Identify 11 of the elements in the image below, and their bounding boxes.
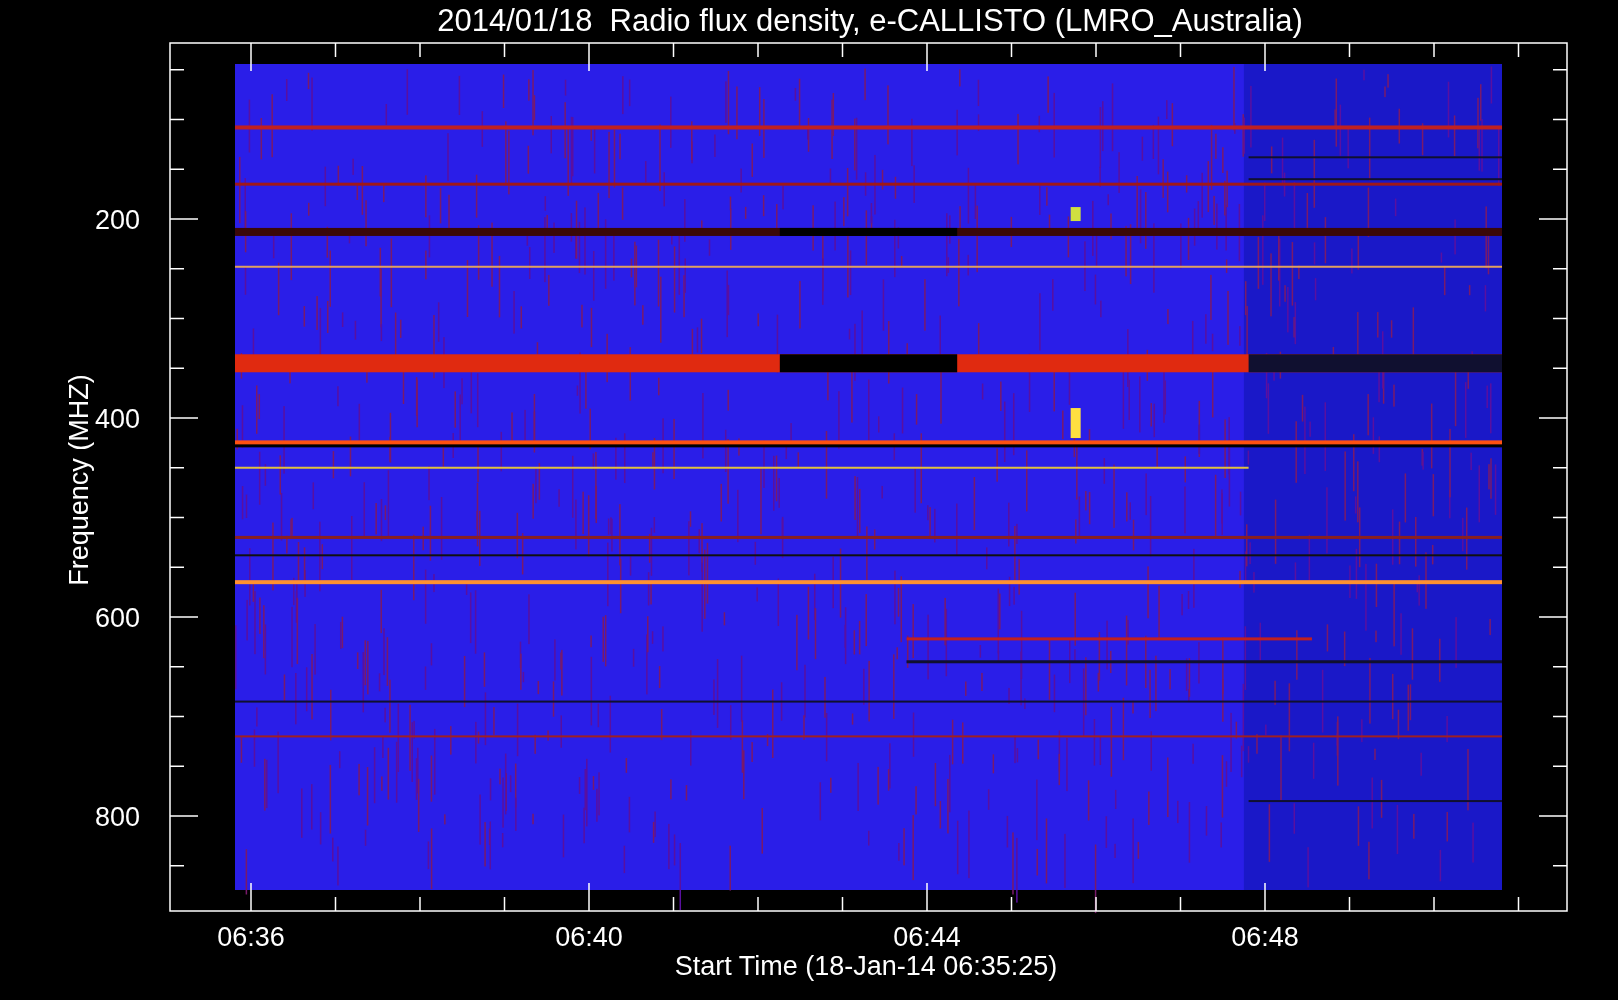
y-tick-label: 400	[94, 404, 140, 434]
x-tick-label: 06:48	[1231, 922, 1299, 952]
x-axis-label: Start Time (18-Jan-14 06:35:25)	[674, 951, 1058, 981]
x-tick-label: 06:36	[217, 922, 285, 952]
y-tick-label: 800	[94, 802, 140, 832]
x-tick-label: 06:44	[893, 922, 961, 952]
chart-title: 2014/01/18 Radio flux density, e-CALLISTO (LMRO_Australia)	[437, 3, 1303, 38]
y-axis-label: Frequency (MHZ)	[64, 374, 94, 586]
y-tick-label: 200	[94, 205, 140, 235]
y-tick-label: 600	[94, 603, 140, 633]
x-tick-label: 06:40	[555, 922, 623, 952]
